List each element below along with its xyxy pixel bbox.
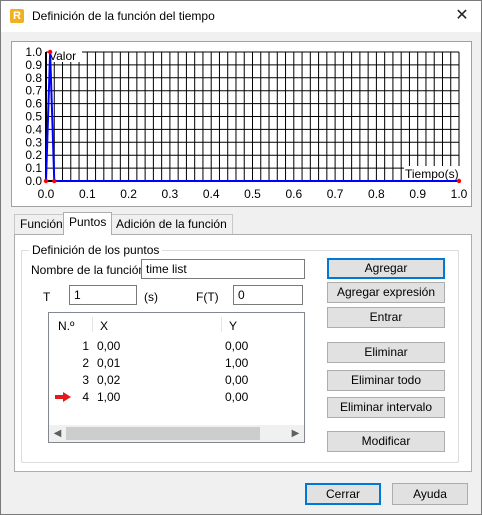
cell-n: 4	[82, 390, 89, 404]
table-row[interactable]: 4 1,00 0,00	[49, 389, 304, 406]
x-axis-label: Tiempo(s)	[405, 167, 459, 181]
points-list-header: N.º X Y	[49, 313, 304, 337]
cell-n: 3	[82, 373, 89, 387]
x-tick-label: 0.1	[79, 187, 96, 201]
y-tick-label: 1.0	[25, 45, 42, 59]
close-icon[interactable]: ✕	[449, 4, 475, 28]
cerrar-button[interactable]: Cerrar	[305, 483, 381, 505]
y-tick-label: 0.7	[25, 84, 42, 98]
eliminar-intervalo-button[interactable]: Eliminar intervalo	[327, 397, 445, 418]
ayuda-button[interactable]: Ayuda	[392, 483, 468, 505]
agregar-expresion-button[interactable]: Agregar expresión	[327, 282, 445, 303]
x-tick-label: 0.7	[327, 187, 344, 201]
points-list[interactable]: N.º X Y 1 0,00 0,00 2 0,01 1,00 3 0,02 0…	[48, 312, 305, 443]
data-point	[43, 178, 49, 184]
x-tick-label: 0.3	[162, 187, 179, 201]
scroll-thumb[interactable]	[66, 427, 260, 440]
scroll-right-icon[interactable]: ▶	[287, 425, 304, 442]
tab-adicion-funcion[interactable]: Adición de la función	[110, 214, 233, 234]
cell-y: 0,00	[225, 339, 249, 353]
function-name-input[interactable]	[141, 259, 305, 279]
cell-n: 1	[82, 339, 89, 353]
table-row[interactable]: 3 0,02 0,00	[49, 372, 304, 389]
chart-svg: 0.00.10.20.30.40.50.60.70.80.91.00.0 0.1 0…	[25, 45, 468, 201]
window-title: Definición de la función del tiempo	[32, 9, 215, 23]
y-tick-label: 0.2	[25, 148, 42, 162]
col-divider[interactable]	[221, 317, 222, 332]
function-name-label: Nombre de la función	[31, 263, 146, 277]
cell-y: 0,00	[225, 390, 249, 404]
data-point	[47, 49, 53, 55]
y-axis-label: Valor	[49, 49, 76, 63]
tab-funcion[interactable]: Función	[14, 214, 69, 234]
table-row[interactable]: 2 0,01 1,00	[49, 355, 304, 372]
y-tick-label: 0.4	[25, 122, 42, 136]
col-header-y[interactable]: Y	[229, 319, 237, 333]
time-function-chart: 0.0 0.1 0.2 0.3 0.4 0.5 0.6 0.7 0.8 0.9 1.0 0.0 0.1 0…	[11, 41, 472, 207]
x-tick-label: 0.4	[203, 187, 220, 201]
cell-x: 0,02	[97, 373, 121, 387]
cell-y: 0,00	[225, 373, 249, 387]
table-row[interactable]: 1 0,00 0,00	[49, 338, 304, 355]
y-tick-label: 0.9	[25, 58, 42, 72]
cell-y: 1,00	[225, 356, 249, 370]
col-header-x[interactable]: X	[100, 319, 108, 333]
ft-input[interactable]	[233, 285, 303, 305]
title-bar[interactable]: R Definición de la función del tiempo ✕	[1, 1, 481, 32]
agregar-button[interactable]: Agregar	[327, 258, 445, 279]
current-row-arrow-icon	[55, 392, 71, 402]
eliminar-todo-button[interactable]: Eliminar todo	[327, 370, 445, 391]
x-tick-label: 0.5	[244, 187, 261, 201]
y-tick-label: 0.1	[25, 161, 42, 175]
x-tick-label: 0.9	[409, 187, 426, 201]
cell-x: 0,01	[97, 356, 121, 370]
data-point	[52, 178, 57, 184]
entrar-button[interactable]: Entrar	[327, 307, 445, 328]
cell-x: 1,00	[97, 390, 121, 404]
ft-label: F(T)	[196, 290, 219, 304]
col-divider[interactable]	[92, 317, 93, 332]
cell-x: 0,00	[97, 339, 121, 353]
y-tick-label: 0.6	[25, 97, 42, 111]
scroll-left-icon[interactable]: ◀	[49, 425, 66, 442]
t-unit-label: (s)	[144, 290, 158, 304]
x-tick-label: 1.0	[451, 187, 468, 201]
x-tick-label: 0.8	[368, 187, 385, 201]
app-icon: R	[10, 9, 24, 23]
y-tick-label: 0.3	[25, 135, 42, 149]
dialog-window: R Definición de la función del tiempo ✕ …	[0, 0, 482, 515]
t-label: T	[43, 290, 51, 304]
col-header-n[interactable]: N.º	[58, 319, 74, 333]
data-point	[456, 178, 462, 184]
x-tick-label: 0.6	[285, 187, 302, 201]
tab-puntos[interactable]: Puntos	[63, 212, 113, 235]
t-input[interactable]	[69, 285, 137, 305]
y-tick-label: 0.0	[25, 174, 42, 188]
y-tick-label: 0.8	[25, 71, 42, 85]
points-group-title: Definición de los puntos	[29, 243, 163, 257]
modificar-button[interactable]: Modificar	[327, 431, 445, 452]
x-tick-label: 0.0	[38, 187, 55, 201]
x-tick-label: 0.2	[120, 187, 137, 201]
eliminar-button[interactable]: Eliminar	[327, 342, 445, 363]
cell-n: 2	[82, 356, 89, 370]
horizontal-scrollbar[interactable]: ◀ ▶	[49, 425, 304, 442]
y-tick-label: 0.5	[25, 110, 42, 124]
